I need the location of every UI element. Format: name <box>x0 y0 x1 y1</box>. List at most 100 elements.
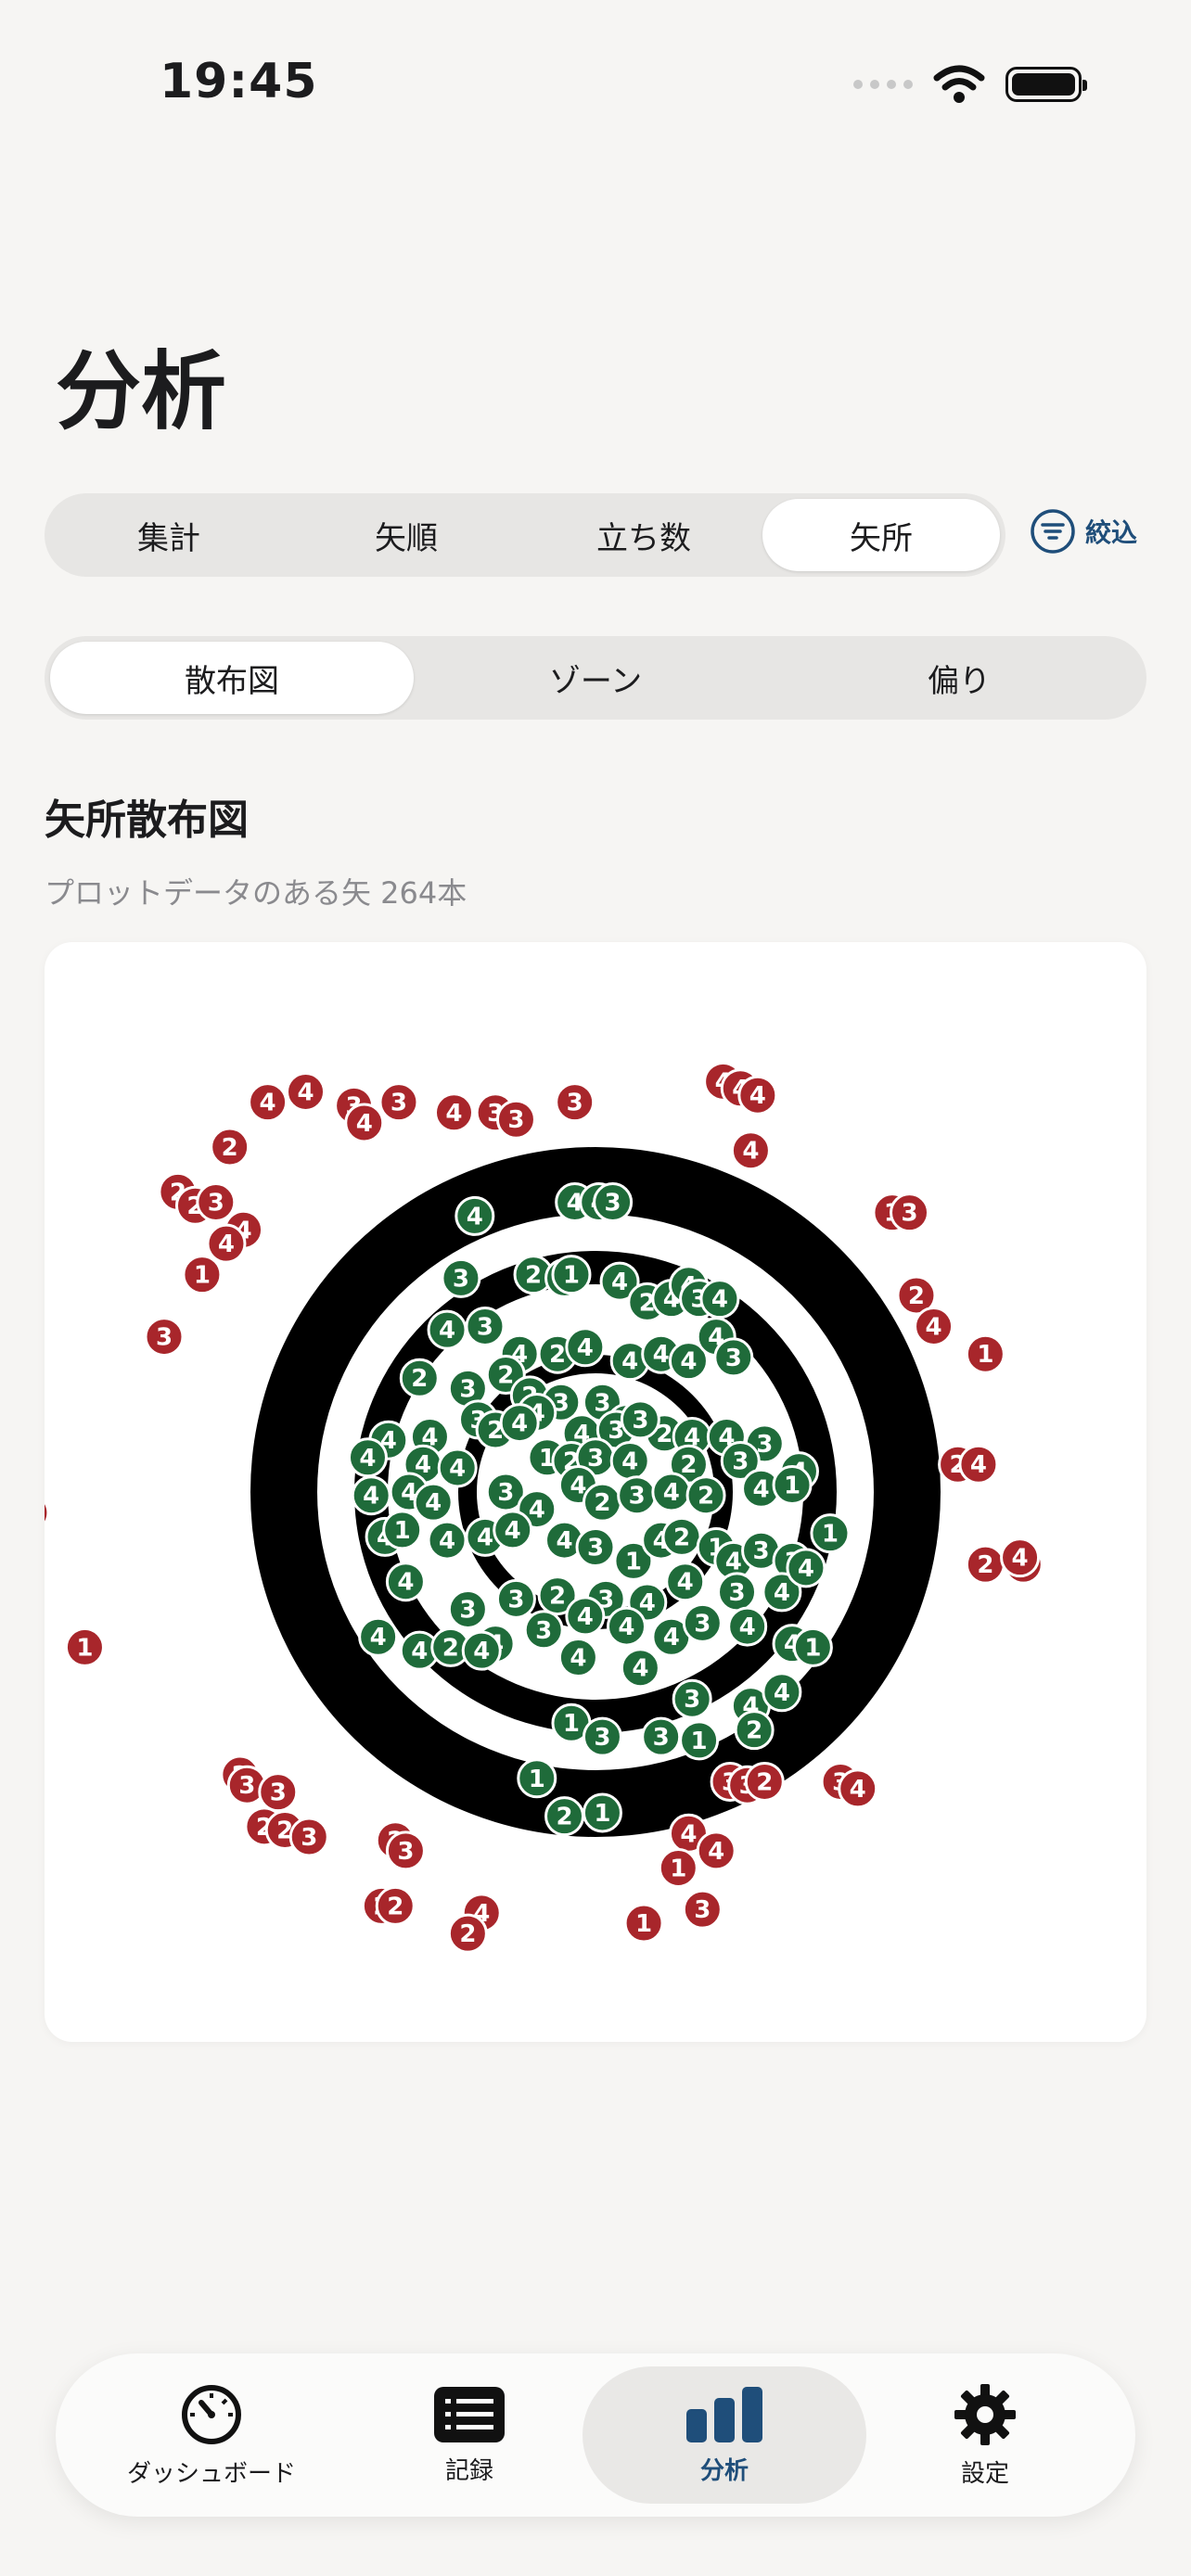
miss-arrow-point: 2 <box>375 1885 416 1926</box>
hit-arrow-point: 1 <box>582 1792 622 1833</box>
svg-text:3: 3 <box>156 1324 173 1352</box>
svg-text:4: 4 <box>680 1348 697 1376</box>
svg-text:2: 2 <box>222 1134 238 1162</box>
svg-text:2: 2 <box>746 1717 762 1745</box>
svg-text:4: 4 <box>611 1269 628 1296</box>
hit-arrow-point: 4 <box>727 1606 768 1647</box>
hit-arrow-point: 2 <box>685 1475 726 1516</box>
hit-arrow-point: 1 <box>679 1720 720 1761</box>
hit-arrow-point: 3 <box>447 1588 488 1629</box>
hit-arrow-point: 3 <box>620 1399 660 1440</box>
svg-text:3: 3 <box>587 1535 604 1562</box>
miss-arrow-point: 3 <box>258 1772 299 1813</box>
tabbar-item-dashboard[interactable]: ダッシュボード <box>83 2353 339 2517</box>
svg-text:1: 1 <box>76 1634 93 1662</box>
svg-text:3: 3 <box>567 1090 583 1117</box>
miss-arrow-point: 2 <box>447 1913 488 1954</box>
hit-arrow-point: 3 <box>495 1578 536 1619</box>
tab-stand-count[interactable]: 立ち数 <box>525 499 762 571</box>
svg-text:4: 4 <box>749 1082 766 1110</box>
tabbar-label-analysis: 分析 <box>699 2456 749 2485</box>
hit-arrow-point: 3 <box>717 1572 758 1613</box>
hit-arrow-point: 4 <box>493 1510 533 1550</box>
svg-text:2: 2 <box>387 1893 403 1920</box>
hit-arrow-point: 3 <box>713 1337 754 1378</box>
tabbar-item-analysis[interactable]: 分析 <box>583 2366 866 2504</box>
miss-arrow-point: 4 <box>737 1075 778 1116</box>
svg-text:1: 1 <box>563 1710 580 1738</box>
svg-text:3: 3 <box>684 1686 700 1714</box>
tabbar-item-records[interactable]: 記録 <box>341 2353 597 2517</box>
hit-arrow-point: 4 <box>499 1403 540 1444</box>
tab-arrow-order[interactable]: 矢順 <box>288 499 525 571</box>
tabbar-item-settings[interactable]: 設定 <box>857 2353 1113 2517</box>
miss-arrow-point: 2 <box>744 1761 785 1802</box>
svg-text:4: 4 <box>970 1451 987 1479</box>
hit-arrow-point: 3 <box>641 1716 682 1757</box>
svg-text:3: 3 <box>391 1090 407 1117</box>
miss-arrow-point: 4 <box>696 1830 736 1871</box>
tab-scatter[interactable]: 散布図 <box>50 642 414 714</box>
miss-arrow-point: 3 <box>196 1182 237 1223</box>
svg-text:4: 4 <box>774 1679 790 1707</box>
status-time: 19:45 <box>160 54 318 109</box>
svg-text:2: 2 <box>680 1451 697 1479</box>
scatter-card: 4443321142443443424444432322343424434432… <box>45 942 1146 2042</box>
svg-text:3: 3 <box>594 1724 610 1752</box>
svg-text:4: 4 <box>505 1517 521 1545</box>
svg-text:3: 3 <box>238 1772 255 1800</box>
svg-text:3: 3 <box>301 1824 317 1852</box>
miss-arrow-point: 2 <box>965 1544 1005 1585</box>
hit-arrow-point: 4 <box>437 1447 478 1488</box>
hit-arrow-point: 4 <box>620 1648 660 1689</box>
hit-arrow-point: 1 <box>517 1758 557 1799</box>
miss-arrow-point: 4 <box>433 1092 474 1133</box>
svg-text:4: 4 <box>639 1589 656 1617</box>
svg-text:1: 1 <box>594 1800 610 1828</box>
svg-text:2: 2 <box>556 1804 572 1831</box>
hit-arrow-point: 2 <box>734 1710 775 1751</box>
miss-arrow-point: 1 <box>965 1333 1005 1374</box>
miss-arrow-point: 1 <box>64 1626 105 1667</box>
hit-arrow-point: 4 <box>455 1195 495 1236</box>
hit-arrow-point: 4 <box>461 1630 502 1671</box>
svg-text:1: 1 <box>625 1548 642 1575</box>
svg-text:4: 4 <box>663 1624 680 1651</box>
hit-arrow-point: 3 <box>617 1475 658 1516</box>
svg-text:4: 4 <box>753 1475 770 1503</box>
tab-bias[interactable]: 偏り <box>777 642 1141 714</box>
tabbar-label-settings: 設定 <box>960 2459 1009 2488</box>
svg-text:3: 3 <box>694 1896 711 1924</box>
miss-arrow-point: 4 <box>344 1103 385 1143</box>
svg-text:4: 4 <box>725 1548 742 1575</box>
svg-text:4: 4 <box>511 1410 528 1438</box>
tab-arrow-position[interactable]: 矢所 <box>762 499 1000 571</box>
hit-arrow-point: 4 <box>786 1548 826 1588</box>
svg-text:3: 3 <box>732 1448 749 1476</box>
hit-arrow-point: 3 <box>523 1610 564 1651</box>
miss-arrow-point: 1 <box>623 1903 664 1944</box>
svg-text:3: 3 <box>397 1838 414 1866</box>
svg-text:2: 2 <box>673 1524 690 1551</box>
svg-text:4: 4 <box>742 1138 759 1166</box>
chart-mode-tabs: 散布図 ゾーン 偏り <box>45 636 1146 720</box>
svg-text:4: 4 <box>739 1613 756 1641</box>
hit-arrow-point: 1 <box>382 1510 423 1550</box>
filter-button[interactable]: 絞込 <box>1030 508 1137 555</box>
analysis-tabs: 集計 矢順 立ち数 矢所 <box>45 493 1005 577</box>
svg-text:4: 4 <box>680 1820 697 1848</box>
hit-arrow-point: 4 <box>606 1606 647 1647</box>
target-scatter-plot: 4443321142443443424444432322343424434432… <box>45 1061 1044 1954</box>
filter-label: 絞込 <box>1085 517 1138 548</box>
tab-summary[interactable]: 集計 <box>50 499 288 571</box>
svg-text:3: 3 <box>459 1375 476 1403</box>
hit-arrow-point: 4 <box>427 1309 467 1350</box>
tab-zone[interactable]: ゾーン <box>414 642 777 714</box>
svg-text:4: 4 <box>774 1579 790 1607</box>
svg-text:4: 4 <box>370 1624 387 1651</box>
svg-text:2: 2 <box>756 1768 773 1796</box>
hit-arrow-point: 3 <box>672 1678 712 1719</box>
miss-arrow-point: 4 <box>206 1223 247 1264</box>
svg-text:2: 2 <box>977 1551 993 1579</box>
svg-text:4: 4 <box>621 1448 638 1476</box>
